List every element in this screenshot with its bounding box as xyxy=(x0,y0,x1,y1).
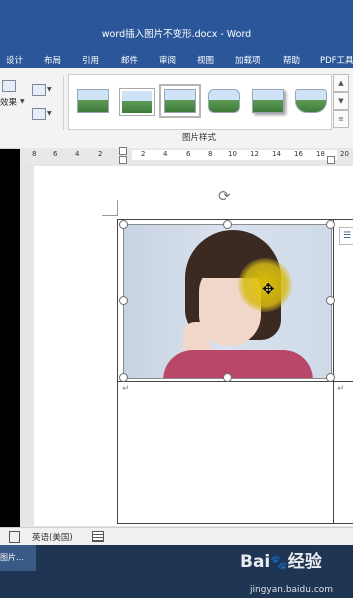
ruler-tick-label: 8 xyxy=(32,150,37,158)
picture-styles-group-label: 图片样式 xyxy=(181,133,216,143)
gallery-scroll: ▲ ▼ ≡ xyxy=(333,74,349,128)
picture-style-selected[interactable] xyxy=(159,84,201,118)
ruler-tick-label: 2 xyxy=(98,150,103,158)
table-border-row xyxy=(117,381,353,382)
change-picture-icon[interactable] xyxy=(32,84,46,96)
ruler-tick-label: 6 xyxy=(186,150,191,158)
chevron-down-icon[interactable]: ▼ xyxy=(20,98,25,105)
ruler-tick-label: 12 xyxy=(250,150,259,158)
resize-handle-top-left[interactable] xyxy=(119,220,128,229)
resize-handle-bottom[interactable] xyxy=(223,373,232,382)
picture-effects-label[interactable]: 效果 xyxy=(0,96,17,108)
tab-layout[interactable]: 布局 xyxy=(44,54,61,66)
language-status[interactable]: 英语(美国) xyxy=(32,531,73,543)
paw-icon: 🐾 xyxy=(270,555,288,571)
picture-style-soft-edge[interactable] xyxy=(295,89,327,113)
picture-style-shadow[interactable] xyxy=(252,89,284,113)
ruler-tick-label: 16 xyxy=(294,150,303,158)
tab-design[interactable]: 设计 xyxy=(6,54,23,66)
tab-mailings[interactable]: 邮件 xyxy=(121,54,138,66)
picture-style-white-frame[interactable] xyxy=(119,88,155,116)
gallery-up-button[interactable]: ▲ xyxy=(333,74,349,92)
paragraph-mark: ↵ xyxy=(337,384,345,394)
tab-references[interactable]: 引用 xyxy=(82,54,99,66)
tab-view[interactable]: 视图 xyxy=(197,54,214,66)
chevron-down-icon[interactable]: ▼ xyxy=(47,86,52,93)
picture-style-rounded[interactable] xyxy=(208,89,240,113)
rotate-handle-icon[interactable]: ⟳ xyxy=(218,189,231,204)
status-bar: 英语(美国) xyxy=(0,527,353,546)
picture-style-simple-frame[interactable] xyxy=(77,89,109,113)
taskbar-item-word[interactable]: 图片... xyxy=(0,545,36,571)
ribbon-separator xyxy=(63,76,64,130)
left-indent-marker[interactable] xyxy=(119,156,127,164)
ruler-tick-label: 2 xyxy=(141,150,146,158)
tab-review[interactable]: 审阅 xyxy=(159,54,176,66)
table-border-top xyxy=(117,219,353,220)
baidu-jingyan-watermark: Bai🐾经验 xyxy=(240,547,322,572)
ruler-tick-label: 8 xyxy=(208,150,213,158)
gallery-down-button[interactable]: ▼ xyxy=(333,92,349,110)
ribbon-picture-format: 效果 ▼ ▼ ▼ ▲ ▼ ≡ 图片样式 xyxy=(0,68,353,149)
ruler-tick-label: 14 xyxy=(272,150,281,158)
table-column-border xyxy=(333,219,334,524)
margin-guide-vertical xyxy=(117,200,118,216)
gallery-more-button[interactable]: ≡ xyxy=(333,110,349,128)
watermark-brand: Bai xyxy=(240,552,271,572)
resize-handle-bottom-left[interactable] xyxy=(119,373,128,382)
horizontal-ruler[interactable]: 8 6 4 2 2 4 6 8 10 12 14 16 18 20 xyxy=(20,147,353,165)
resize-handle-top-right[interactable] xyxy=(326,220,335,229)
ruler-tick-label: 6 xyxy=(53,150,58,158)
ruler-tick-label: 10 xyxy=(228,150,237,158)
taskbar: 图片... Bai🐾经验 jingyan.baidu.com xyxy=(0,545,353,598)
reset-picture-icon[interactable] xyxy=(32,108,46,120)
title-bar: word插入图片不变形.docx - Word xyxy=(0,0,353,44)
resize-handle-right[interactable] xyxy=(326,296,335,305)
layout-options-icon[interactable]: ☰ xyxy=(339,227,353,245)
proofing-icon[interactable] xyxy=(9,531,20,543)
chevron-down-icon[interactable]: ▼ xyxy=(47,110,52,117)
watermark-url: jingyan.baidu.com xyxy=(250,585,334,595)
resize-handle-top[interactable] xyxy=(223,220,232,229)
picture-effects-icon[interactable] xyxy=(2,80,16,92)
ruler-tick-label: 20 xyxy=(340,150,349,158)
tab-help[interactable]: 帮助 xyxy=(283,54,300,66)
resize-handle-bottom-right[interactable] xyxy=(326,373,335,382)
margin-guide-horizontal xyxy=(102,215,118,216)
resize-handle-left[interactable] xyxy=(119,296,128,305)
picture-selection-frame xyxy=(123,224,332,379)
watermark-brand-suffix: 经验 xyxy=(287,552,322,572)
picture-styles-gallery xyxy=(68,74,332,130)
table-border-left xyxy=(117,219,118,524)
ruler-tick-label: 4 xyxy=(75,150,80,158)
tab-addins[interactable]: 加载项 xyxy=(235,54,261,66)
ribbon-tabs: 设计 布局 引用 邮件 审阅 视图 加载项 帮助 PDF工具 xyxy=(0,44,353,68)
tab-pdf-tools[interactable]: PDF工具 xyxy=(320,54,353,66)
window-title: word插入图片不变形.docx - Word xyxy=(101,29,252,40)
first-line-indent-marker[interactable] xyxy=(119,147,127,155)
paragraph-mark: ↵ xyxy=(122,384,130,394)
right-indent-marker[interactable] xyxy=(327,156,335,164)
macro-record-icon[interactable] xyxy=(92,531,104,542)
table-border-bottom xyxy=(117,523,353,524)
ruler-tick-label: 18 xyxy=(316,150,325,158)
ruler-tick-label: 4 xyxy=(163,150,168,158)
